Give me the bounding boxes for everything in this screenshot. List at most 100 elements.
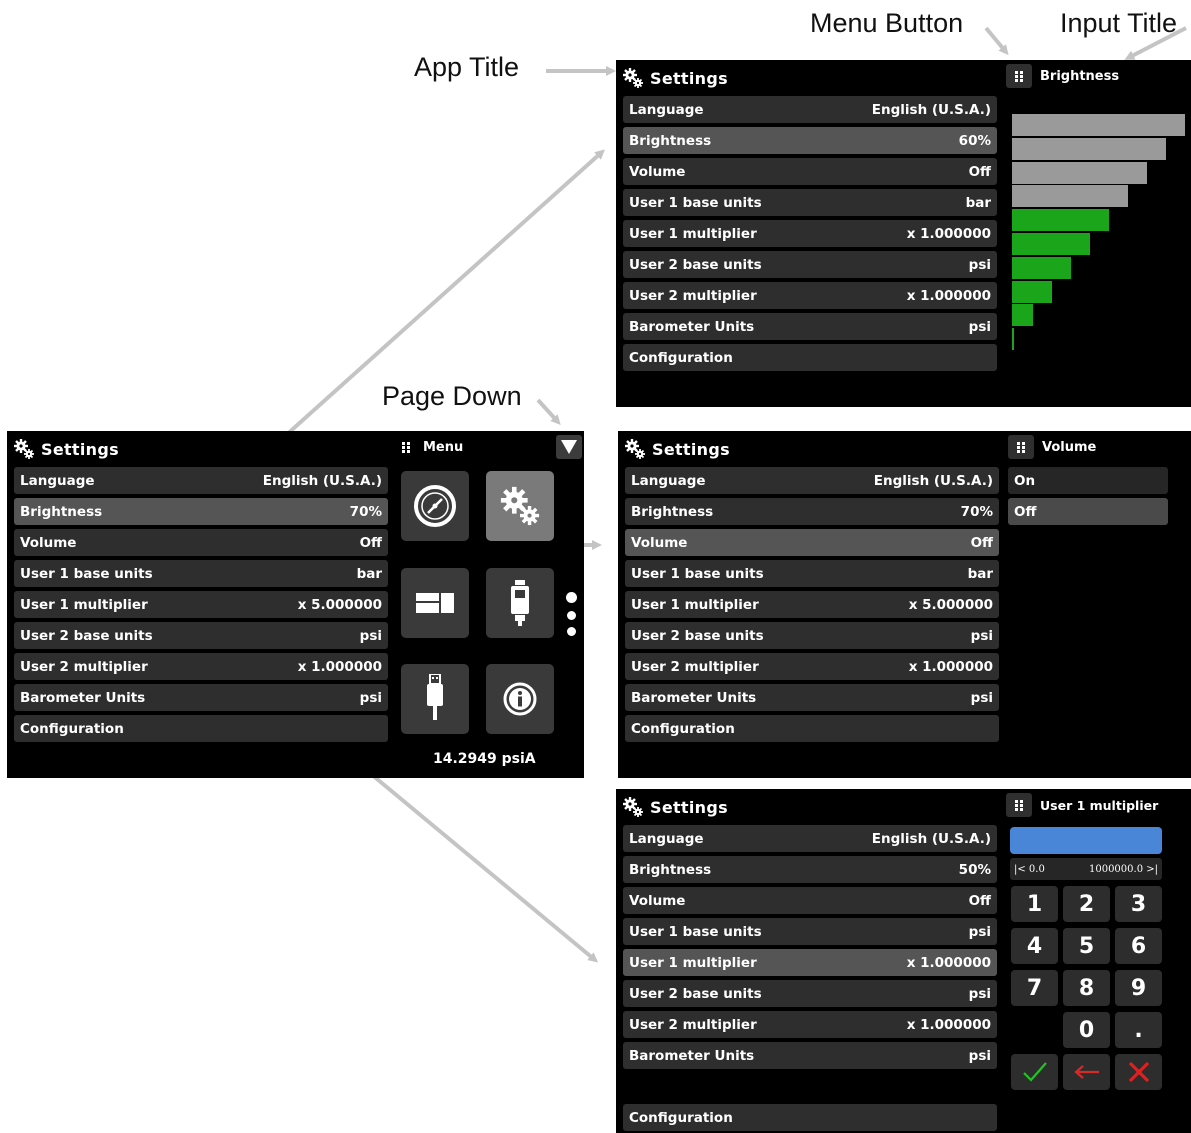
brightness-level-bar[interactable]: [1012, 162, 1147, 184]
setting-row[interactable]: Configuration: [14, 715, 388, 742]
setting-row[interactable]: User 2 multiplier x 1.000000: [623, 1011, 997, 1038]
setting-row[interactable]: Barometer Units psi: [625, 684, 999, 711]
key-9[interactable]: 9: [1115, 970, 1162, 1006]
setting-row[interactable]: Language English (U.S.A.): [14, 467, 388, 494]
setting-label: User 2 multiplier: [631, 658, 759, 675]
setting-value: x 1.000000: [906, 287, 991, 304]
key-6[interactable]: 6: [1115, 928, 1162, 964]
brightness-level-bar[interactable]: [1012, 138, 1166, 160]
callout-input-title: Input Title: [1060, 8, 1178, 38]
setting-value: psi: [968, 1047, 991, 1064]
key-4[interactable]: 4: [1011, 928, 1058, 964]
setting-row[interactable]: User 1 multiplier x 5.000000: [625, 591, 999, 618]
setting-row[interactable]: Brightness 70%: [625, 498, 999, 525]
key-2[interactable]: 2: [1063, 886, 1110, 922]
brightness-level-bar[interactable]: [1012, 304, 1033, 326]
gauge-tile[interactable]: [401, 471, 469, 541]
setting-row[interactable]: User 2 base units psi: [625, 622, 999, 649]
gauge-icon: [414, 485, 456, 527]
numeric-input-field[interactable]: [1010, 827, 1162, 854]
setting-value: x 5.000000: [297, 596, 382, 613]
setting-value: English (U.S.A.): [262, 472, 382, 489]
setting-row[interactable]: User 2 multiplier x 1.000000: [623, 282, 997, 309]
brightness-level-selector[interactable]: [1012, 114, 1185, 376]
setting-row[interactable]: User 1 multiplier x 1.000000: [623, 949, 997, 976]
key-3[interactable]: 3: [1115, 886, 1162, 922]
display-layout-tile[interactable]: [401, 568, 469, 638]
brightness-level-bar[interactable]: [1012, 209, 1109, 231]
setting-row[interactable]: User 2 multiplier x 1.000000: [14, 653, 388, 680]
setting-label: User 1 base units: [629, 194, 762, 211]
setting-row[interactable]: User 2 base units psi: [623, 251, 997, 278]
setting-row[interactable]: User 1 base units bar: [625, 560, 999, 587]
input-title: Brightness: [1006, 64, 1119, 88]
backspace-button[interactable]: [1063, 1054, 1110, 1090]
page-indicator-dot: [567, 611, 576, 620]
setting-row[interactable]: Brightness 50%: [623, 856, 997, 883]
pressure-reading: 14.2949 psiA: [433, 751, 536, 767]
menu-button[interactable]: [1006, 64, 1032, 88]
usb-tile[interactable]: [401, 664, 469, 734]
sensor-module-tile[interactable]: [486, 568, 554, 638]
setting-row[interactable]: User 1 multiplier x 1.000000: [623, 220, 997, 247]
setting-row[interactable]: Configuration: [623, 1104, 997, 1131]
setting-row[interactable]: Volume Off: [623, 887, 997, 914]
setting-row[interactable]: Volume Off: [623, 158, 997, 185]
key-8[interactable]: 8: [1063, 970, 1110, 1006]
setting-label: Language: [629, 101, 704, 118]
range-min-button[interactable]: |< 0.0: [1014, 864, 1045, 875]
setting-label: Configuration: [20, 720, 124, 737]
accept-button[interactable]: [1011, 1054, 1058, 1090]
input-title-text: Volume: [1042, 439, 1097, 455]
setting-row[interactable]: User 2 base units psi: [623, 980, 997, 1007]
brightness-level-bar[interactable]: [1012, 281, 1052, 303]
setting-row[interactable]: Language English (U.S.A.): [625, 467, 999, 494]
setting-row[interactable]: User 2 multiplier x 1.000000: [625, 653, 999, 680]
key-0[interactable]: 0: [1063, 1012, 1110, 1048]
key-decimal[interactable]: .: [1115, 1012, 1162, 1048]
setting-row[interactable]: User 1 multiplier x 5.000000: [14, 591, 388, 618]
app-title: Settings: [622, 66, 728, 90]
page-down-button[interactable]: [556, 435, 582, 459]
menu-button[interactable]: [1006, 793, 1032, 817]
setting-row[interactable]: Brightness 60%: [623, 127, 997, 154]
volume-option-on[interactable]: On: [1008, 467, 1168, 494]
range-max-button[interactable]: 1000000.0 >|: [1089, 864, 1158, 875]
sensor-module-icon: [511, 580, 529, 626]
brightness-level-bar[interactable]: [1012, 185, 1128, 207]
brightness-level-bar[interactable]: [1012, 257, 1071, 279]
volume-option-off[interactable]: Off: [1008, 498, 1168, 525]
setting-row[interactable]: Brightness 70%: [14, 498, 388, 525]
back-arrow-icon: [1073, 1065, 1099, 1079]
setting-row[interactable]: Language English (U.S.A.): [623, 825, 997, 852]
brightness-level-bar[interactable]: [1012, 328, 1014, 350]
key-1[interactable]: 1: [1011, 886, 1058, 922]
setting-label: Barometer Units: [629, 1047, 755, 1064]
page-indicator-dot: [567, 627, 576, 636]
settings-gears-icon: [625, 439, 645, 459]
setting-row[interactable]: Barometer Units psi: [623, 1042, 997, 1069]
menu-button[interactable]: [1008, 435, 1034, 459]
setting-label: Configuration: [631, 720, 735, 737]
setting-row[interactable]: Language English (U.S.A.): [623, 96, 997, 123]
menu-grid-icon: [1017, 442, 1025, 453]
setting-row[interactable]: Barometer Units psi: [623, 313, 997, 340]
key-5[interactable]: 5: [1063, 928, 1110, 964]
settings-tile[interactable]: [486, 471, 554, 541]
cancel-button[interactable]: [1115, 1054, 1162, 1090]
brightness-level-bar[interactable]: [1012, 233, 1090, 255]
key-7[interactable]: 7: [1011, 970, 1058, 1006]
menu-title[interactable]: Menu: [401, 435, 463, 459]
setting-row[interactable]: Barometer Units psi: [14, 684, 388, 711]
brightness-level-bar[interactable]: [1012, 114, 1185, 136]
setting-row[interactable]: User 2 base units psi: [14, 622, 388, 649]
info-tile[interactable]: [486, 664, 554, 734]
setting-row[interactable]: Volume Off: [14, 529, 388, 556]
setting-row[interactable]: Volume Off: [625, 529, 999, 556]
setting-row[interactable]: User 1 base units psi: [623, 918, 997, 945]
setting-row[interactable]: User 1 base units bar: [14, 560, 388, 587]
setting-row[interactable]: Configuration: [623, 344, 997, 371]
setting-row[interactable]: Configuration: [625, 715, 999, 742]
setting-label: User 1 multiplier: [629, 954, 757, 971]
setting-row[interactable]: User 1 base units bar: [623, 189, 997, 216]
